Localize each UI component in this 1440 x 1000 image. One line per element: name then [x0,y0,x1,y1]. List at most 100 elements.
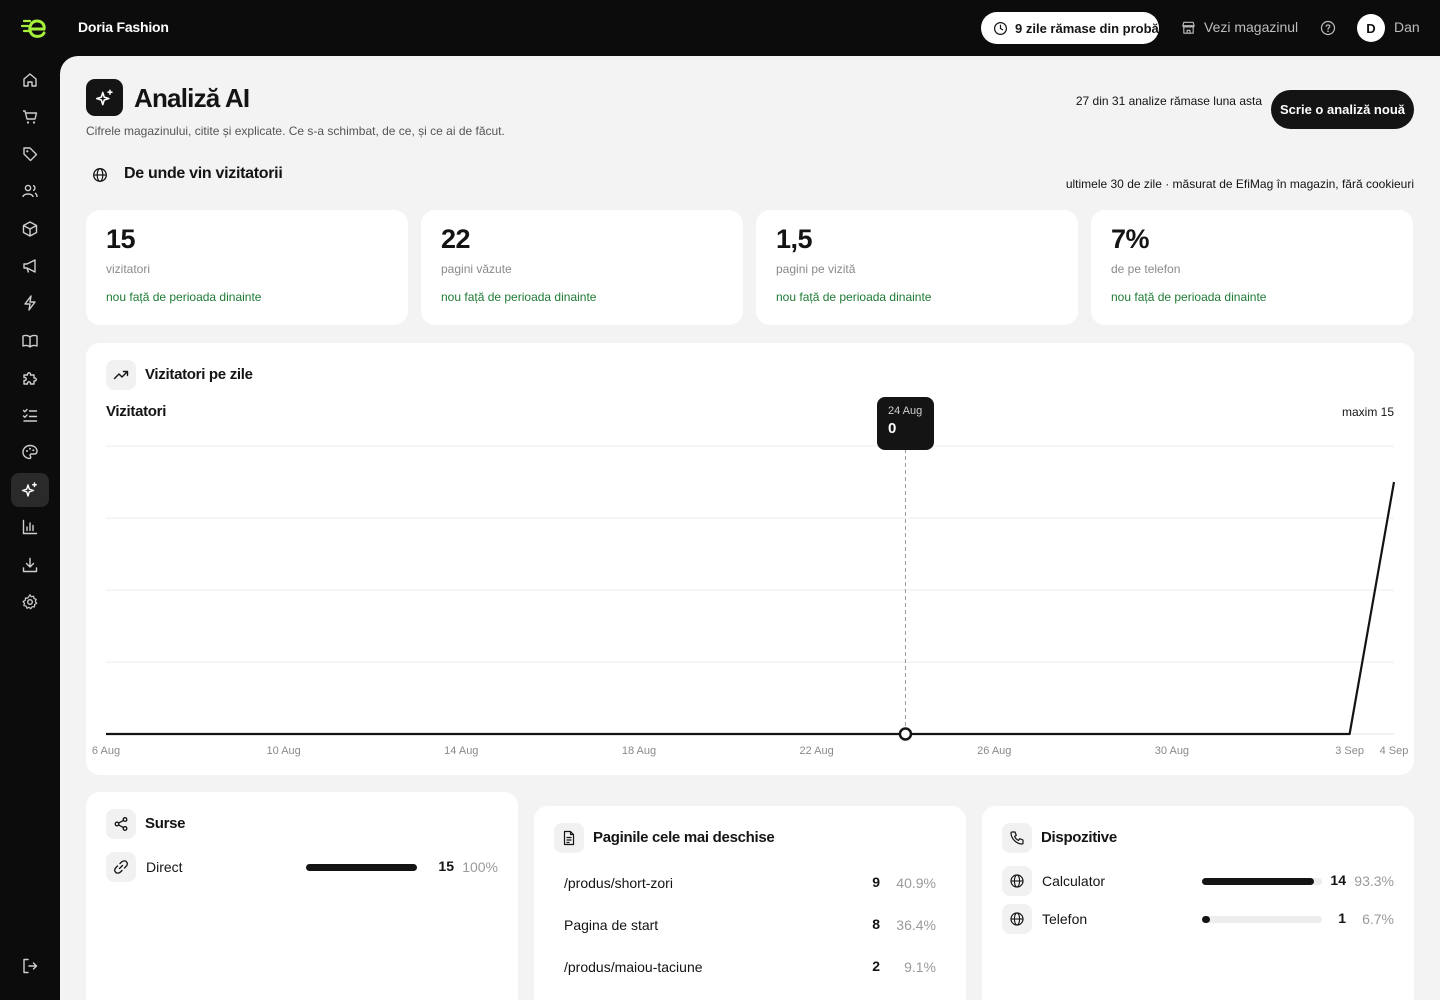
page-row[interactable]: /produs/maiou-taciune 2 9.1% [564,957,936,981]
analysis-quota: 27 din 31 analize rămase luna asta [1075,94,1262,108]
sources-card: Surse Direct 15 100% [86,792,518,1000]
link-icon [106,852,136,882]
stat-value: 1,5 [776,224,813,254]
source-pct: 100% [462,859,498,875]
megaphone-icon[interactable] [11,249,49,283]
help-icon[interactable] [1320,20,1336,36]
avatar[interactable]: D [1357,14,1385,42]
top-pages-title: Paginile cele mai deschise [593,829,775,846]
visitors-line-chart[interactable]: 6 Aug 10 Aug 14 Aug 18 Aug 22 Aug 26 Aug 30 Au… [86,343,1414,775]
x-tick-label: 14 Aug [444,745,478,757]
puzzle-icon[interactable] [11,361,49,395]
globe-icon [93,168,107,182]
sidebar [0,56,60,1000]
devices-card: Dispozitive Calculator 14 93.3% Telefon … [982,806,1414,1000]
page-row[interactable]: Pagina de start 8 36.4% [564,915,936,939]
download-icon[interactable] [11,548,49,582]
user-name[interactable]: Dan [1394,19,1420,35]
series-line [106,481,1396,736]
store-icon [1182,21,1195,34]
x-tick-label: 6 Aug [92,745,120,757]
stat-trend: nou față de perioada dinainte [776,290,932,304]
x-tick-label: 30 Aug [1155,745,1189,757]
page-subtitle: Cifrele magazinului, citite și explicate… [86,124,505,138]
device-count: 1 [1338,910,1346,926]
x-tick-label: 18 Aug [622,745,656,757]
stat-label: vizitatori [106,262,151,276]
view-store-link[interactable]: Vezi magazinul [1181,19,1298,35]
page-label: Pagina de start [564,917,659,933]
globe-icon [1002,904,1032,934]
device-count: 14 [1330,872,1346,888]
device-row[interactable]: Calculator 14 93.3% [1002,866,1394,896]
stat-card-visitors: 15 vizitatori nou față de perioada dinai… [86,210,408,325]
device-pct: 93.3% [1354,873,1394,889]
phone-icon [1002,823,1032,853]
home-icon[interactable] [11,63,49,97]
stat-label: pagini văzute [441,262,512,276]
chart-tooltip: 24 Aug 0 [877,397,934,450]
page-label: /produs/short-zori [564,875,673,891]
stat-value: 15 [106,224,136,254]
page-row[interactable]: /produs/short-zori 9 40.9% [564,873,936,897]
device-bar [1202,916,1322,923]
source-row[interactable]: Direct 15 100% [106,852,498,882]
page-pct: 9.1% [904,959,936,975]
x-tick-label: 26 Aug [977,745,1011,757]
bar-chart-icon[interactable] [11,510,49,544]
settings-icon[interactable] [11,585,49,619]
sparkle-icon[interactable] [11,473,49,507]
box-icon[interactable] [11,212,49,246]
source-label: Direct [146,859,183,875]
lightning-icon[interactable] [11,286,49,320]
page-label: /produs/maiou-taciune [564,959,703,975]
device-label: Calculator [1042,873,1106,889]
globe-icon [1002,866,1032,896]
share-icon [106,809,136,839]
visitors-chart-card: Vizitatori pe zile Vizitatori maxim 15 6… [86,343,1414,775]
stat-value: 7% [1111,224,1150,254]
stat-trend: nou față de perioada dinainte [1111,290,1267,304]
page-count: 2 [872,958,880,974]
tag-icon[interactable] [11,137,49,171]
x-tick-label: 4 Sep [1380,745,1409,757]
store-name[interactable]: Doria Fashion [78,19,169,35]
x-tick-label: 22 Aug [799,745,833,757]
view-store-label: Vezi magazinul [1204,19,1299,35]
clock-icon [993,21,1008,35]
sources-title: Surse [145,815,186,832]
highlight-point [898,727,913,741]
x-tick-label: 10 Aug [267,745,301,757]
device-row[interactable]: Telefon 1 6.7% [1002,904,1394,934]
stat-card-pageviews: 22 pagini văzute nou față de perioada di… [421,210,743,325]
sparkle-icon [86,79,123,116]
book-icon[interactable] [11,324,49,358]
x-tick-label: 3 Sep [1335,745,1364,757]
top-bar: Doria Fashion 9 zile rămase din probă Ve… [0,0,1440,56]
section-note: ultimele 30 de zile · măsurat de EfiMag … [1065,177,1414,191]
device-bar-fill [1202,916,1211,923]
stat-trend: nou față de perioada dinainte [106,290,262,304]
new-analysis-button[interactable]: Scrie o analiză nouă [1271,90,1414,129]
checklist-icon[interactable] [11,398,49,432]
users-icon[interactable] [11,174,49,208]
device-label: Telefon [1042,911,1088,927]
stat-value: 22 [441,224,471,254]
efimag-logo-icon[interactable] [20,13,50,43]
source-bar-fill [306,864,417,871]
palette-icon[interactable] [11,435,49,469]
stat-label: de pe telefon [1111,262,1181,276]
page-pct: 40.9% [896,875,936,891]
tooltip-date: 24 Aug [888,405,923,417]
trial-badge[interactable]: 9 zile rămase din probă [981,12,1159,44]
devices-title: Dispozitive [1041,829,1117,846]
logout-icon[interactable] [11,949,49,983]
device-pct: 6.7% [1362,911,1394,927]
stat-card-pages-per-visit: 1,5 pagini pe vizită nou față de perioad… [756,210,1078,325]
cart-icon[interactable] [11,100,49,134]
stat-card-mobile-share: 7% de pe telefon nou față de perioada di… [1091,210,1413,325]
page-count: 8 [872,916,880,932]
stat-trend: nou față de perioada dinainte [441,290,597,304]
top-pages-card: Paginile cele mai deschise /produs/short… [534,806,966,1000]
source-bar [306,864,417,871]
